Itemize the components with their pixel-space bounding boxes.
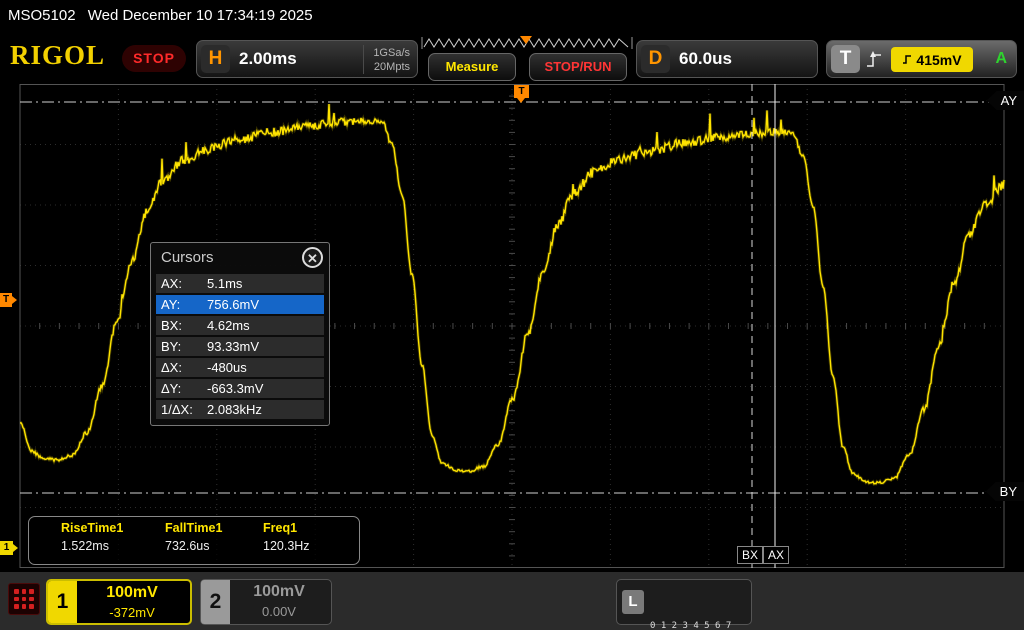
run-state-badge[interactable]: STOP — [122, 45, 186, 72]
channel2-scale: 100mV — [231, 583, 327, 601]
measurement-value: 732.6us — [165, 539, 222, 553]
cursor-row[interactable]: AY:756.6mV — [156, 295, 324, 314]
logic-channels-panel[interactable]: L 0 1 2 3 4 5 6 7 8 9 10 11 12 13 14 15 — [616, 579, 752, 625]
trigger-slope-icon — [865, 48, 883, 70]
cursor-row-value: 756.6mV — [207, 295, 259, 314]
rigol-logo: RIGOL — [10, 40, 105, 71]
channel1-number: 1 — [48, 581, 77, 623]
cursor-rows: AX:5.1msAY:756.6mVBX:4.62msBY:93.33mVΔX:… — [151, 274, 329, 419]
cursor-row-label: ΔY: — [161, 379, 207, 398]
measurement-name: FallTime1 — [165, 521, 222, 535]
measurement-value: 1.522ms — [61, 539, 123, 553]
memory-depth: 20Mpts — [373, 60, 410, 74]
ch1-level-marker[interactable]: 1 — [0, 541, 13, 555]
trigger-edge-icon — [902, 53, 913, 66]
cursor-row-value: 93.33mV — [207, 337, 259, 356]
delay-value: 60.0us — [679, 41, 732, 77]
logic-row-1: 0 1 2 3 4 5 6 7 — [650, 618, 764, 630]
channel2-panel[interactable]: 2 100mV 0.00V — [200, 579, 332, 625]
cursor-row-label: BY: — [161, 337, 207, 356]
trigger-position-marker[interactable]: T — [514, 85, 529, 98]
cursor-ax-tag[interactable]: AX — [763, 546, 789, 564]
cursor-row[interactable]: BX:4.62ms — [156, 316, 324, 335]
channel1-panel[interactable]: 1 100mV -372mV — [46, 579, 192, 625]
trigger-level-label: T — [3, 294, 9, 305]
measurement-value: 120.3Hz — [263, 539, 310, 553]
measurement-name: RiseTime1 — [61, 521, 123, 535]
trigger-position-label: T — [518, 86, 524, 97]
cursor-row[interactable]: ΔX:-480us — [156, 358, 324, 377]
trigger-level-marker[interactable]: T — [0, 293, 12, 307]
measurement-panel[interactable]: RiseTime1 1.522ms FallTime1 732.6us Freq… — [28, 516, 360, 565]
cursor-row-label: AX: — [161, 274, 207, 293]
cursor-row-label: BX: — [161, 316, 207, 335]
acquisition-info: 1GSa/s 20Mpts — [363, 45, 410, 74]
delay-key-icon: D — [641, 45, 670, 73]
model-name: MSO5102 — [8, 7, 76, 24]
cursor-bx-tag[interactable]: BX — [737, 546, 763, 564]
measure-button[interactable]: Measure — [428, 53, 516, 81]
cursor-row-value: -663.3mV — [207, 379, 263, 398]
close-icon[interactable]: ✕ — [302, 247, 323, 268]
titlebar: MSO5102 Wed December 10 17:34:19 2025 — [0, 0, 1024, 32]
cursors-dialog: Cursors ✕ AX:5.1msAY:756.6mVBX:4.62msBY:… — [150, 242, 330, 426]
channel2-number: 2 — [201, 580, 230, 624]
menu-grid-icon[interactable] — [8, 583, 40, 615]
timebase-value: 2.00ms — [239, 41, 297, 77]
trigger-level-value: 415mV — [916, 52, 961, 68]
cursor-row-value: 5.1ms — [207, 274, 242, 293]
trigger-level-badge[interactable]: 415mV — [891, 47, 973, 72]
delay-panel[interactable]: D 60.0us — [636, 40, 818, 78]
cursor-row[interactable]: AX:5.1ms — [156, 274, 324, 293]
logic-channel-numbers: 0 1 2 3 4 5 6 7 8 9 10 11 12 13 14 15 — [650, 586, 764, 630]
measurement-falltime: FallTime1 732.6us — [165, 521, 222, 553]
header: RIGOL STOP H 2.00ms 1GSa/s 20Mpts Measur… — [0, 32, 1024, 82]
bottom-bar: 1 100mV -372mV 2 100mV 0.00V L 0 1 2 3 4… — [0, 570, 1024, 630]
trigger-mode: A — [995, 41, 1007, 77]
trigger-panel[interactable]: T 415mV A — [826, 40, 1017, 78]
cursor-row-label: AY: — [161, 295, 207, 314]
logic-key-icon: L — [622, 590, 644, 614]
datetime: Wed December 10 17:34:19 2025 — [88, 7, 313, 24]
channel1-offset: -372mV — [78, 605, 186, 620]
measurement-name: Freq1 — [263, 521, 310, 535]
cursor-row[interactable]: ΔY:-663.3mV — [156, 379, 324, 398]
horizontal-key-icon: H — [201, 45, 230, 73]
cursor-row-value: -480us — [207, 358, 247, 377]
trigger-key-icon: T — [831, 45, 860, 73]
channel1-scale: 100mV — [78, 584, 186, 602]
cursor-row-value: 4.62ms — [207, 316, 250, 335]
cursor-row-value: 2.083kHz — [207, 400, 262, 419]
sample-rate: 1GSa/s — [373, 46, 410, 60]
cursor-row[interactable]: BY:93.33mV — [156, 337, 324, 356]
memory-position-strip[interactable] — [420, 36, 634, 50]
oscilloscope-screen: MSO5102 Wed December 10 17:34:19 2025 RI… — [0, 0, 1024, 630]
measurement-freq: Freq1 120.3Hz — [263, 521, 310, 553]
cursor-row-label: 1/ΔX: — [161, 400, 207, 419]
channel2-offset: 0.00V — [231, 604, 327, 619]
cursor-row-label: ΔX: — [161, 358, 207, 377]
cursor-row[interactable]: 1/ΔX:2.083kHz — [156, 400, 324, 419]
horizontal-panel[interactable]: H 2.00ms 1GSa/s 20Mpts — [196, 40, 418, 78]
stop-run-button[interactable]: STOP/RUN — [529, 53, 627, 81]
measurement-risetime: RiseTime1 1.522ms — [61, 521, 123, 553]
